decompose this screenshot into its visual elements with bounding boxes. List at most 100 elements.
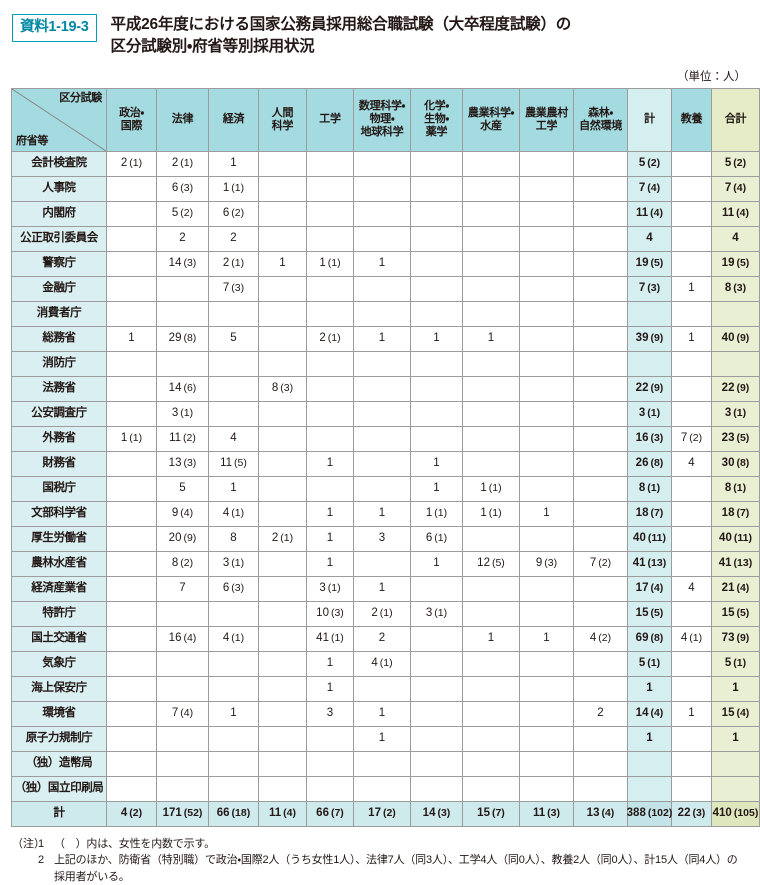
header-col-kougaku: 工学 [306,87,354,152]
header-corner-column-label: 区分試験 [59,91,102,104]
row-label-警察庁: 警察庁 [11,250,107,277]
cell-人事院-nougyo [462,175,520,202]
table-row: 警察庁 14 (3) 2 (1) 1 1 (1) 1 19 (5) 19 (5) [11,250,760,277]
cell-農林水産省-kagaku: 1 [410,550,463,577]
cell-公正取引委員会-shinrin [573,225,628,252]
page-title-line-2: 区分試験別・府省等別採用状況 [110,38,315,56]
cell-海上保安庁-seiji [106,675,157,702]
cell-計-nougyo: 15 (7) [462,800,520,827]
cell-金融庁-ningen [258,275,307,302]
cell-環境省-kagaku [410,700,463,727]
cell-消費者庁-gokei [711,300,760,327]
row-label-会計検査院: 会計検査院 [11,150,107,177]
table-row: 気象庁 1 4 (1) 5 (1) 5 (1) [11,650,760,677]
cell-（独）国立印刷局-nougyo [462,775,520,802]
cell-公正取引委員会-gokei: 4 [711,225,760,252]
cell-国税庁-kyouyou [671,475,712,502]
cell-金融庁-shinrin [573,275,628,302]
cell-警察庁-houritsu: 14 (3) [156,250,209,277]
cell-（独）国立印刷局-seiji [106,775,157,802]
cell-消防庁-seiji [106,350,157,377]
cell-特許庁-kougaku: 10 (3) [306,600,354,627]
cell-気象庁-kougaku: 1 [306,650,354,677]
cell-公安調査庁-shinrin [573,400,628,427]
cell-環境省-seiji [106,700,157,727]
cell-特許庁-nouson [519,600,574,627]
cell-内閣府-houritsu: 5 (2) [156,200,209,227]
cell-計-kougaku: 66 (7) [306,800,354,827]
cell-（独）国立印刷局-kei [627,775,672,802]
header-col-ningen: 人間 科学 [258,87,307,152]
row-label-農林水産省: 農林水産省 [11,550,107,577]
cell-公正取引委員会-houritsu: 2 [156,225,209,252]
cell-消費者庁-houritsu [156,300,209,327]
cell-消防庁-kyouyou [671,350,712,377]
cell-国土交通省-gokei: 73 (9) [711,625,760,652]
cell-国土交通省-suuri: 2 [353,625,411,652]
cell-総務省-nougyo: 1 [462,325,520,352]
cell-警察庁-kougaku: 1 (1) [306,250,354,277]
cell-厚生労働省-keizai: 8 [208,525,259,552]
cell-（独）国立印刷局-kougaku [306,775,354,802]
table-row: 消費者庁 [11,300,760,327]
row-label-環境省: 環境省 [11,700,107,727]
cell-消防庁-kagaku [410,350,463,377]
cell-経済産業省-kei: 17 (4) [627,575,672,602]
cell-金融庁-nougyo [462,275,520,302]
cell-消費者庁-nougyo [462,300,520,327]
cell-公正取引委員会-kyouyou [671,225,712,252]
cell-農林水産省-keizai: 3 (1) [208,550,259,577]
cell-公正取引委員会-suuri [353,225,411,252]
cell-原子力規制庁-kougaku [306,725,354,752]
cell-気象庁-kyouyou [671,650,712,677]
cell-気象庁-houritsu [156,650,209,677]
cell-財務省-gokei: 30 (8) [711,450,760,477]
table-row: 国土交通省 16 (4) 4 (1) 41 (1) 2 1 1 4 (2) 69 (8) 4 (1) 73 (9) [11,625,760,652]
cell-特許庁-houritsu [156,600,209,627]
cell-特許庁-kyouyou [671,600,712,627]
cell-警察庁-nougyo [462,250,520,277]
cell-原子力規制庁-seiji [106,725,157,752]
cell-農林水産省-shinrin: 7 (2) [573,550,628,577]
cell-警察庁-keizai: 2 (1) [208,250,259,277]
row-label-（独）国立印刷局: （独）国立印刷局 [11,775,107,802]
cell-会計検査院-gokei: 5 (2) [711,150,760,177]
cell-総務省-seiji: 1 [106,325,157,352]
cell-金融庁-gokei: 8 (3) [711,275,760,302]
table-row: 海上保安庁 1 1 1 [11,675,760,702]
cell-国税庁-nougyo: 1 (1) [462,475,520,502]
row-label-人事院: 人事院 [11,175,107,202]
cell-消防庁-kei [627,350,672,377]
cell-環境省-ningen [258,700,307,727]
title-block: 資料1-19-3 平成26年度における国家公務員採用総合職試験（大卒程度試験）の… [0,0,760,59]
cell-文部科学省-seiji [106,500,157,527]
table-row: （独）国立印刷局 [11,775,760,802]
cell-国税庁-nouson [519,475,574,502]
cell-金融庁-nouson [519,275,574,302]
cell-内閣府-kougaku [306,200,354,227]
cell-文部科学省-suuri: 1 [353,500,411,527]
cell-公正取引委員会-nougyo [462,225,520,252]
row-label-計: 計 [11,800,107,827]
cell-農林水産省-gokei: 41 (13) [711,550,760,577]
cell-法務省-keizai [208,375,259,402]
cell-法務省-shinrin [573,375,628,402]
cell-環境省-nougyo [462,700,520,727]
cell-財務省-suuri [353,450,411,477]
cell-経済産業省-nouson [519,575,574,602]
cell-計-ningen: 11 (4) [258,800,307,827]
cell-警察庁-suuri: 1 [353,250,411,277]
cell-（独）造幣局-ningen [258,750,307,777]
cell-計-nouson: 11 (3) [519,800,574,827]
cell-海上保安庁-shinrin [573,675,628,702]
table-total-row: 計 4 (2) 171 (52) 66 (18) 11 (4) 66 (7) 17 (2) 14 (3) 15… [11,800,760,827]
cell-文部科学省-kyouyou [671,500,712,527]
table-row: 内閣府 5 (2) 6 (2) 11 (4) 11 (4) [11,200,760,227]
cell-文部科学省-gokei: 18 (7) [711,500,760,527]
cell-財務省-kei: 26 (8) [627,450,672,477]
cell-法務省-kei: 22 (9) [627,375,672,402]
table-row: 公正取引委員会 2 2 4 4 [11,225,760,252]
cell-（独）国立印刷局-gokei [711,775,760,802]
table-row: 金融庁 7 (3) 7 (3) 1 8 (3) [11,275,760,302]
cell-財務省-ningen [258,450,307,477]
